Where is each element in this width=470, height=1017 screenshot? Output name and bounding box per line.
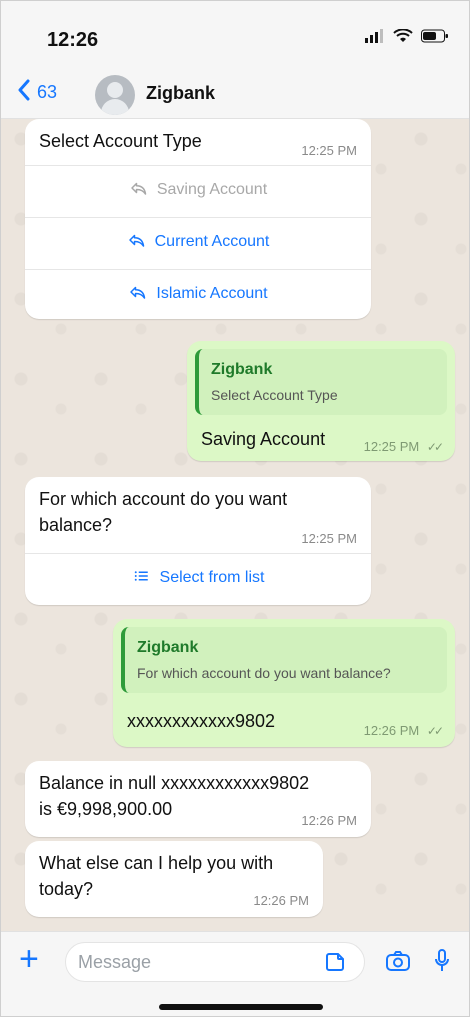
reply-option-saving[interactable]: Saving Account [25, 165, 371, 215]
contact-name[interactable]: Zigbank [146, 83, 215, 104]
back-count: 63 [37, 82, 58, 102]
back-button[interactable]: 63 [17, 79, 57, 106]
camera-icon [386, 951, 410, 971]
sticker-button[interactable] [325, 952, 345, 972]
reply-icon [128, 283, 146, 306]
status-time: 12:26 [47, 29, 99, 51]
reply-option-label: Islamic Account [156, 285, 268, 302]
quote-text: For which account do you want balance? [137, 665, 391, 681]
message-text: xxxxxxxxxxxx9802 [127, 711, 276, 731]
reply-option-label: Current Account [154, 233, 270, 250]
incoming-message: For which account do you want balance? 1… [25, 477, 371, 605]
read-ticks-icon: ✓✓ [426, 724, 444, 738]
avatar[interactable] [95, 75, 135, 115]
plus-icon: + [19, 940, 39, 978]
message-text-line: balance? [39, 515, 113, 535]
reply-icon [129, 179, 147, 202]
message-time: 12:25 PM [301, 143, 357, 158]
sticker-icon [326, 953, 344, 971]
quote-sender: Zigbank [137, 639, 199, 656]
reply-option-islamic[interactable]: Islamic Account [25, 269, 371, 319]
quoted-message[interactable]: Zigbank Select Account Type [195, 349, 447, 415]
message-text-line: What else can I help you with [39, 853, 274, 873]
home-indicator [159, 1004, 323, 1010]
quote-text: Select Account Type [211, 387, 338, 403]
message-time: 12:25 PM [301, 531, 357, 546]
system-icons [365, 28, 449, 48]
quote-sender: Zigbank [211, 361, 273, 378]
message-time-text: 12:26 PM [363, 723, 420, 738]
incoming-message: Balance in null xxxxxxxxxxxx9802 is €9,9… [25, 761, 371, 837]
message-time: 12:26 PM [301, 813, 357, 828]
chat-header: 63 Zigbank [1, 69, 469, 119]
read-ticks-icon: ✓✓ [426, 440, 444, 454]
select-from-list-label: Select from list [159, 569, 265, 586]
signal-icon [365, 29, 385, 48]
attach-plus-button[interactable]: + [19, 942, 39, 976]
outgoing-message: Zigbank For which account do you want ba… [113, 619, 455, 747]
camera-button[interactable] [385, 950, 411, 972]
message-text: Select Account Type [39, 131, 202, 151]
message-time: 12:26 PM ✓✓ [363, 723, 444, 738]
message-text: Saving Account [201, 429, 326, 449]
mic-button[interactable] [433, 948, 451, 974]
outgoing-message: Zigbank Select Account Type Saving Accou… [187, 341, 455, 461]
wifi-icon [393, 28, 413, 48]
message-text-line: For which account do you want [39, 489, 288, 509]
chat-area: Select Account Type 12:25 PM Saving Acco… [1, 119, 469, 931]
message-time-text: 12:25 PM [363, 439, 420, 454]
chevron-left-icon [17, 79, 31, 106]
avatar-body-shape [101, 99, 129, 115]
message-text-line: today? [39, 879, 94, 899]
microphone-icon [435, 949, 449, 971]
select-from-list-button[interactable]: Select from list [25, 553, 371, 603]
reply-option-label: Saving Account [156, 181, 268, 198]
incoming-message: What else can I help you with today? 12:… [25, 841, 323, 917]
phone-screen: 12:26 63 Zigbank Select Account Type 12:… [0, 0, 470, 1017]
status-bar: 12:26 [1, 1, 469, 71]
message-composer: + [1, 931, 469, 1016]
quoted-message[interactable]: Zigbank For which account do you want ba… [121, 627, 447, 693]
reply-icon [127, 231, 145, 254]
avatar-head-shape [107, 82, 123, 98]
message-time: 12:26 PM [253, 893, 309, 908]
incoming-message: Select Account Type 12:25 PM Saving Acco… [25, 119, 371, 319]
battery-icon [421, 29, 449, 48]
list-icon [132, 567, 150, 590]
message-input[interactable] [66, 943, 364, 981]
reply-option-current[interactable]: Current Account [25, 217, 371, 267]
message-text-line: is €9,998,900.00 [39, 799, 173, 819]
message-time: 12:25 PM ✓✓ [363, 439, 444, 454]
message-text-line: Balance in null xxxxxxxxxxxx9802 [39, 773, 310, 793]
message-field-container [65, 942, 365, 982]
